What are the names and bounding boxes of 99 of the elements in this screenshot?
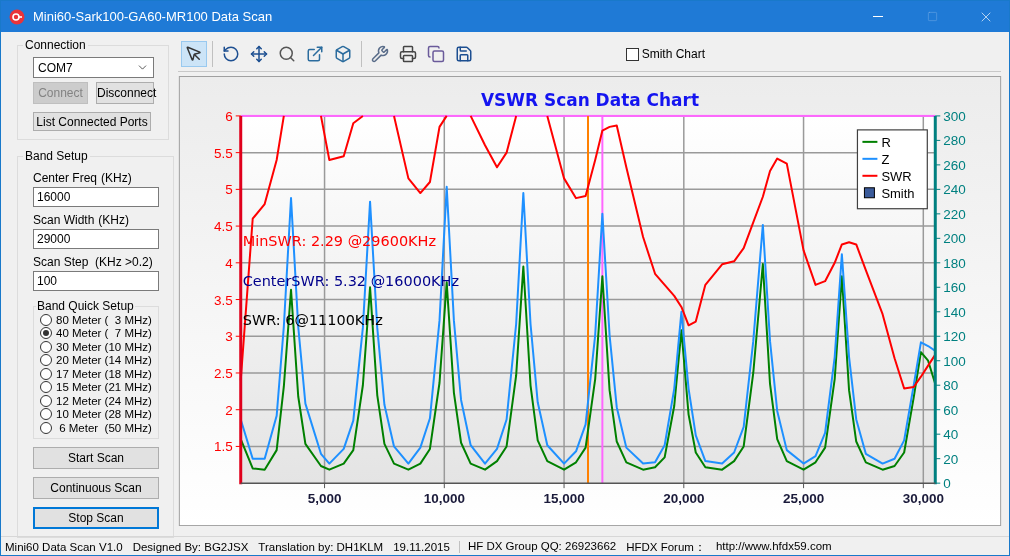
wrench-icon (371, 45, 389, 64)
save-icon (455, 45, 473, 64)
radio-button[interactable] (40, 354, 52, 367)
axis-label: 240 (943, 182, 966, 198)
legend-label: SWR (881, 168, 912, 184)
radio-button[interactable] (40, 408, 52, 421)
axis-label: 30,000 (902, 491, 944, 507)
input-field[interactable]: 16000 (33, 187, 160, 207)
status-text: Translation by: DH1KLM (258, 541, 384, 553)
status-text: 19.11.2015 (393, 541, 450, 553)
radio-label: 12 Meter (24 MHz) (56, 394, 152, 407)
chart-title: VSWR Scan Data Chart (481, 89, 699, 110)
checkbox[interactable] (625, 47, 639, 61)
status-text: HFDX Forum： (626, 539, 706, 555)
axis-label: 200 (943, 231, 966, 247)
pointer-icon (185, 45, 203, 64)
axis-label: 6 (225, 108, 233, 124)
group-title: Connection (24, 38, 87, 52)
scan-button[interactable]: Start Scan (33, 446, 160, 469)
radio-button[interactable] (40, 394, 52, 407)
scan-button[interactable]: Continuous Scan (33, 476, 160, 499)
cube-icon (334, 45, 352, 64)
axis-label: 160 (943, 280, 966, 296)
printer-icon (399, 45, 417, 64)
copy-icon (427, 45, 445, 64)
input-field[interactable]: 29000 (33, 229, 160, 249)
axis-label: 2.5 (214, 365, 233, 381)
axis-label: 220 (943, 206, 966, 222)
rotate-icon (222, 45, 240, 64)
axis-label: 3.5 (214, 292, 233, 308)
legend-label: Smith (881, 185, 915, 201)
legend-label: Z (881, 151, 890, 167)
radio-button[interactable] (40, 327, 52, 340)
radio-label: 17 Meter (18 MHz) (56, 367, 152, 380)
toolbar-button[interactable] (181, 41, 207, 68)
legend-swatch-icon (862, 157, 878, 160)
axis-label: 260 (943, 157, 966, 173)
unit-label: (KHz) (98, 212, 131, 227)
radio-label: 6 Meter (50 MHz) (58, 421, 152, 434)
axis-label: 140 (943, 304, 966, 320)
radio-label: 20 Meter (14 MHz) (56, 354, 152, 367)
axis-label: 10,000 (423, 491, 465, 507)
axis-label: 0 (943, 476, 951, 492)
axis-label: 4.5 (214, 219, 233, 234)
radio-button[interactable] (40, 313, 52, 326)
radio-label: 40 Meter ( 7 MHz) (56, 327, 152, 340)
axis-label: 20,000 (663, 491, 705, 507)
window-title: Mini60-Sark100-GA60-MR100 Data Scan (33, 9, 274, 24)
legend-label: R (881, 134, 891, 150)
field-label: Scan Step (33, 254, 90, 269)
radio-label: 10 Meter (28 MHz) (56, 408, 152, 421)
status-text: HF DX Group QQ: 26923662 (467, 539, 617, 554)
radio-label: 30 Meter (10 MHz) (56, 340, 152, 353)
axis-label: 25,000 (782, 491, 825, 507)
radio-button[interactable] (40, 367, 52, 380)
axis-label: 40 (943, 427, 959, 443)
connection-button[interactable]: List Connected Ports (33, 112, 151, 131)
axis-label: 1.5 (214, 439, 233, 455)
unit-label: (KHz >0.2) (95, 254, 153, 269)
axis-label: 20 (943, 451, 959, 467)
axis-label: 5 (225, 182, 233, 198)
axis-label: 5.5 (214, 145, 233, 161)
minimize-icon (873, 16, 883, 17)
move-icon (250, 45, 268, 64)
box-arrow-icon (306, 45, 324, 64)
radio-label: 15 Meter (21 MHz) (56, 381, 152, 394)
radio-label: 80 Meter ( 3 MHz) (56, 313, 152, 326)
field-label: Center Freq (33, 170, 98, 185)
axis-label: 80 (943, 378, 959, 394)
status-text: http://www.hfdx59.com (715, 539, 832, 554)
axis-label: 3 (225, 329, 233, 345)
axis-label: 180 (943, 255, 966, 271)
scan-button[interactable]: Stop Scan (33, 506, 160, 529)
axis-label: 100 (943, 353, 966, 369)
axis-label: 300 (943, 108, 966, 124)
status-text: Mini60 Data Scan V1.0 (5, 541, 123, 553)
legend-swatch-icon (862, 140, 878, 143)
axis-label: 4 (225, 255, 233, 271)
checkbox-label: Smith Chart (641, 47, 705, 62)
search-icon (278, 45, 296, 64)
unit-label: (KHz) (101, 170, 133, 185)
input-field[interactable]: 100 (33, 271, 160, 291)
axis-label: 120 (943, 329, 966, 345)
legend-swatch-icon (862, 174, 878, 177)
group-title: Band Quick Setup (36, 299, 135, 313)
axis-label: 60 (943, 402, 959, 418)
app-icon (9, 8, 25, 25)
axis-label: 280 (943, 133, 966, 149)
group-title: Band Setup (24, 149, 89, 163)
maximize-icon (926, 11, 938, 22)
port-dropdown[interactable]: COM7 (33, 57, 154, 78)
radio-button[interactable] (40, 340, 52, 353)
radio-button[interactable] (40, 421, 52, 434)
axis-label: 15,000 (543, 491, 585, 507)
axis-label: 5,000 (307, 491, 342, 507)
radio-button[interactable] (40, 381, 52, 394)
axis-label: 2 (225, 402, 233, 418)
status-text: Designed By: BG2JSX (132, 541, 249, 553)
field-label: Scan Width (33, 212, 95, 227)
